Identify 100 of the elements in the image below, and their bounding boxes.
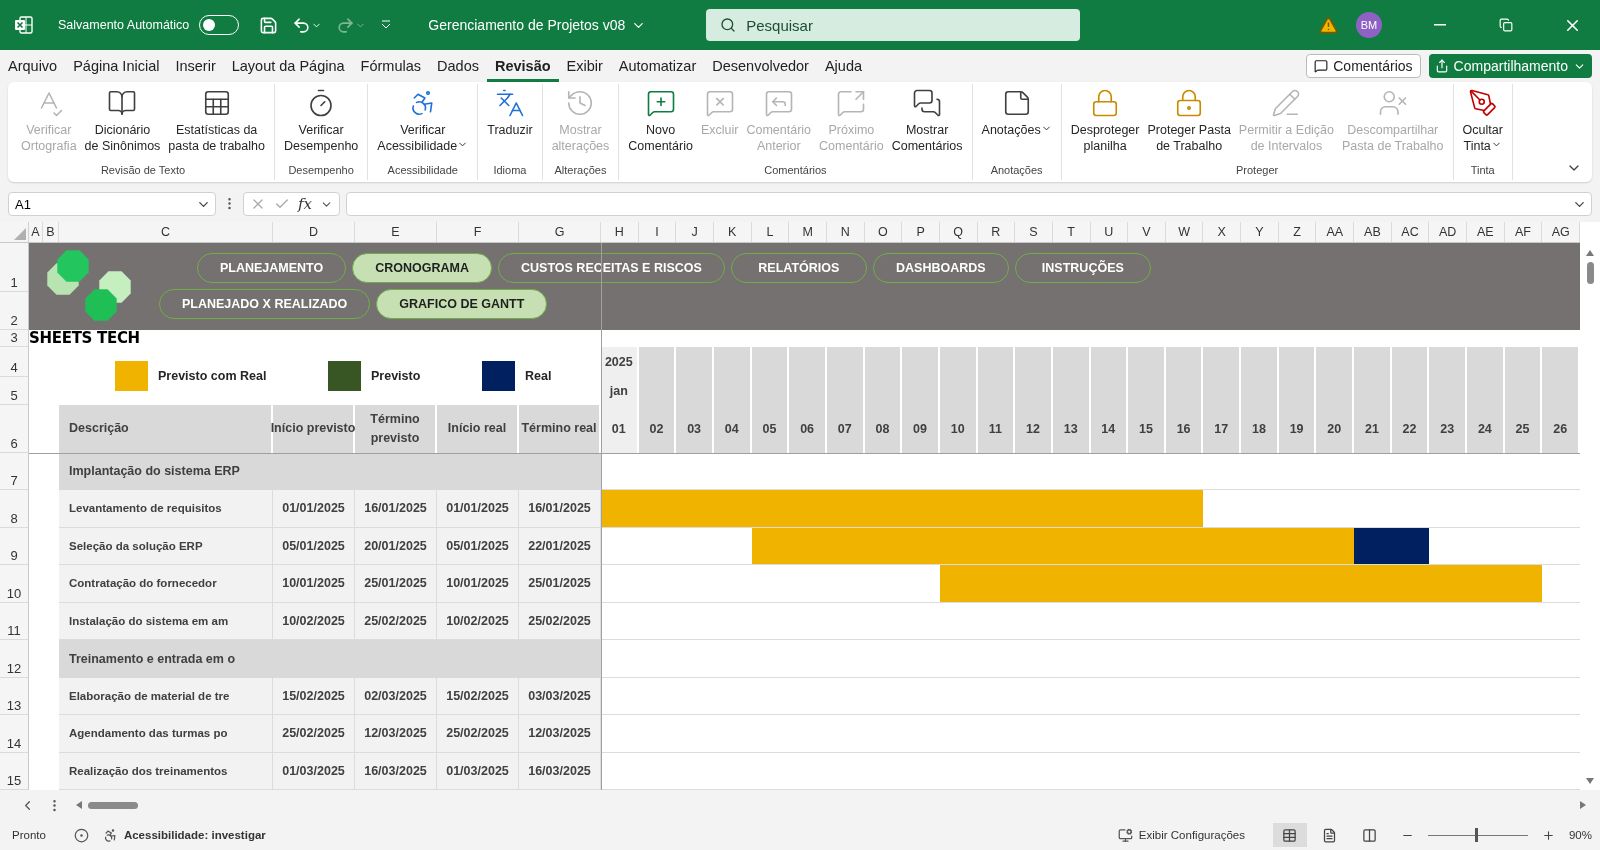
column-header[interactable]: R <box>977 222 1016 242</box>
row-header[interactable]: 12 <box>0 640 29 678</box>
spreadsheet-logo-icon[interactable] <box>14 15 34 35</box>
column-header[interactable]: J <box>676 222 714 242</box>
row-header[interactable]: 4 <box>0 346 29 377</box>
display-settings-link[interactable]: Exibir Configurações <box>1138 829 1245 841</box>
row-header[interactable]: 10 <box>0 565 29 603</box>
menu-tab[interactable]: Layout da Página <box>223 50 353 82</box>
table-cell: Levantamento de requisitos <box>59 490 273 528</box>
row-header[interactable]: 8 <box>0 490 29 528</box>
column-header[interactable]: X <box>1203 222 1242 242</box>
scrollbar-thumb[interactable] <box>88 801 138 809</box>
column-header[interactable]: N <box>826 222 865 242</box>
nav-button[interactable]: GRAFICO DE GANTT <box>376 289 548 319</box>
column-header[interactable]: E <box>355 222 437 242</box>
document-title[interactable]: Gerenciamento de Projetos v08 <box>422 16 653 34</box>
column-header[interactable]: O <box>864 222 903 242</box>
column-header[interactable]: Z <box>1278 222 1317 242</box>
column-header[interactable]: AA <box>1316 222 1355 242</box>
zoom-in-button[interactable] <box>1541 828 1555 842</box>
row-header[interactable]: 11 <box>0 602 29 640</box>
display-settings-icon[interactable] <box>1117 827 1133 843</box>
normal-view-button[interactable] <box>1272 823 1307 847</box>
scroll-left-icon[interactable] <box>74 800 84 810</box>
menu-tab[interactable]: Fórmulas <box>352 50 430 82</box>
column-header[interactable]: Q <box>939 222 978 242</box>
row-header[interactable]: 15 <box>0 752 29 790</box>
menu-tab[interactable]: Automatizar <box>610 50 705 82</box>
record-icon[interactable] <box>73 827 89 843</box>
ribbon-button[interactable]: Ocultar Tinta <box>1459 84 1506 164</box>
menu-tab[interactable]: Dados <box>429 50 487 82</box>
menu-tab[interactable]: Página Inicial <box>65 50 168 82</box>
accessibility-status[interactable]: Acessibilidade: investigar <box>123 829 266 841</box>
row-header[interactable]: 7 <box>0 452 29 490</box>
column-header[interactable]: M <box>789 222 827 242</box>
ribbon-button[interactable]: Dicionário de Sinônimos <box>81 84 164 164</box>
table-cell: 25/02/2025 <box>437 715 519 753</box>
column-header[interactable]: P <box>902 222 940 242</box>
ribbon-button[interactable]: Proteger Pasta de Trabalho <box>1144 84 1234 164</box>
column-header[interactable]: D <box>273 222 355 242</box>
row-header[interactable]: 14 <box>0 715 29 753</box>
ribbon-button[interactable]: Verificar Acessibilidade <box>374 84 472 164</box>
column-header[interactable]: I <box>638 222 677 242</box>
corner-triangle-icon <box>14 227 26 240</box>
column-header[interactable]: Y <box>1241 222 1279 242</box>
warning-icon[interactable] <box>1319 15 1338 35</box>
row-header[interactable]: 2 <box>0 291 29 330</box>
menu-tab[interactable]: Arquivo <box>0 50 66 82</box>
ribbon-button[interactable]: Traduzir <box>484 84 536 164</box>
scroll-up-icon[interactable] <box>1585 248 1595 258</box>
column-header[interactable]: L <box>751 222 790 242</box>
column-header[interactable]: AF <box>1504 222 1543 242</box>
column-header[interactable]: B <box>43 222 59 242</box>
menu-tab[interactable]: Desenvolvedor <box>704 50 817 82</box>
menu-tab[interactable]: Inserir <box>167 50 224 82</box>
ribbon-button[interactable]: Novo Comentário <box>625 84 696 164</box>
day-label: 21 <box>1363 420 1380 438</box>
insert-function-button[interactable]: fx <box>298 195 312 213</box>
user-avatar[interactable]: BM <box>1356 12 1382 38</box>
menu-tab[interactable]: Exibir <box>558 50 611 82</box>
row-header[interactable]: 6 <box>0 404 29 453</box>
ribbon-button[interactable]: Mostrar Comentários <box>888 84 966 164</box>
nav-button[interactable]: CRONOGRAMA <box>352 253 492 283</box>
ribbon-group-label: Comentários <box>763 164 828 178</box>
column-header[interactable]: AC <box>1391 222 1430 242</box>
column-header[interactable]: AD <box>1429 222 1468 242</box>
ribbon-button[interactable]: Estatísticas da pasta de trabalho <box>165 84 268 164</box>
row-header[interactable]: 1 <box>0 242 29 292</box>
column-header[interactable]: H <box>601 222 639 242</box>
name-box[interactable]: A1 <box>8 192 216 216</box>
column-header[interactable]: K <box>713 222 752 242</box>
formula-field[interactable] <box>346 192 1592 216</box>
row-header[interactable]: 13 <box>0 677 29 715</box>
column-header[interactable]: V <box>1128 222 1166 242</box>
column-header[interactable]: W <box>1165 222 1204 242</box>
column-header[interactable]: G <box>519 222 601 242</box>
column-header[interactable]: C <box>59 222 273 242</box>
row-header[interactable]: 5 <box>0 376 29 405</box>
column-header[interactable]: AE <box>1467 222 1505 242</box>
ribbon-button[interactable]: Anotações <box>978 84 1055 164</box>
column-header[interactable]: A <box>29 222 43 242</box>
scroll-down-icon[interactable] <box>1585 776 1595 786</box>
comments-button[interactable]: Comentários <box>1306 54 1421 78</box>
ribbon-button[interactable]: Desproteger planilha <box>1067 84 1143 164</box>
scroll-right-icon[interactable] <box>1578 800 1588 810</box>
share-button[interactable]: Compartilhamento <box>1428 54 1592 78</box>
column-header[interactable]: T <box>1052 222 1091 242</box>
scrollbar-thumb[interactable] <box>1586 262 1594 284</box>
zoom-level[interactable]: 90% <box>1568 829 1592 841</box>
column-header[interactable]: S <box>1015 222 1053 242</box>
row-header[interactable]: 9 <box>0 527 29 565</box>
column-header[interactable]: F <box>437 222 519 242</box>
ribbon-button[interactable]: Verificar Desempenho <box>280 84 362 164</box>
column-header[interactable]: U <box>1090 222 1129 242</box>
minimize-icon <box>1434 24 1446 26</box>
accessibility-icon[interactable] <box>102 827 118 843</box>
zoom-thumb[interactable] <box>1474 828 1478 842</box>
menu-tab[interactable]: Ajuda <box>816 50 871 82</box>
column-header[interactable]: AB <box>1354 222 1392 242</box>
search-field[interactable]: Pesquisar <box>706 9 1081 41</box>
